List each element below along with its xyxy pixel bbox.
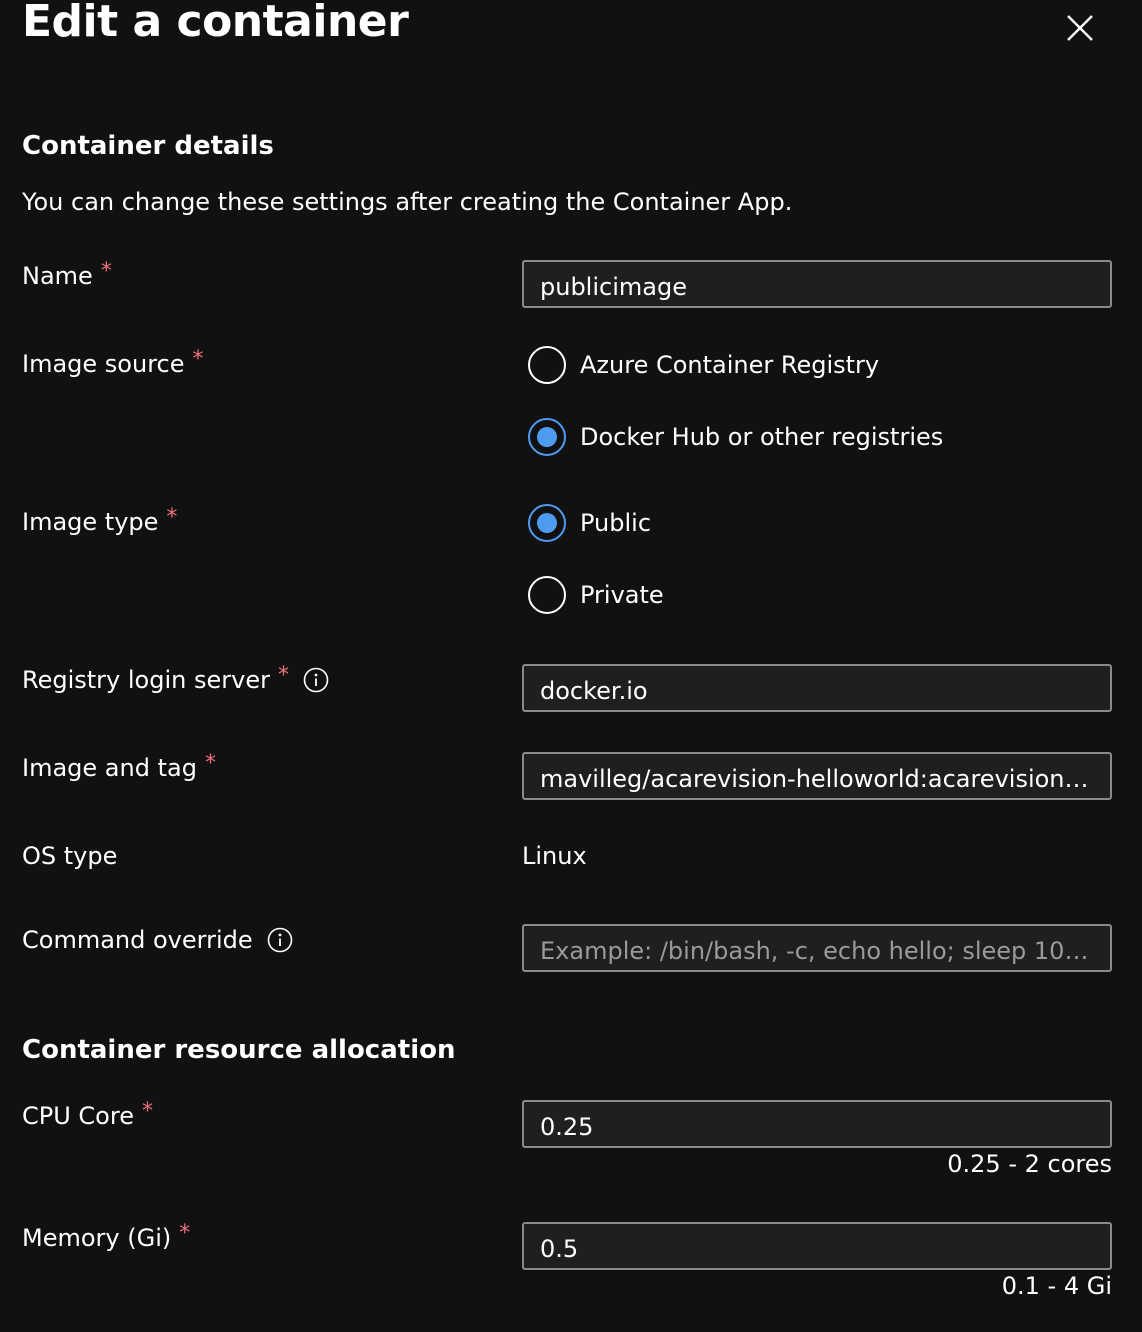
required-asterisk: * bbox=[166, 504, 178, 530]
command-override-input[interactable] bbox=[522, 924, 1112, 972]
panel-title: Edit a container bbox=[22, 0, 409, 47]
radio-azure-container-registry[interactable]: Azure Container Registry bbox=[528, 346, 879, 384]
container-details-description: You can change these settings after crea… bbox=[22, 188, 793, 216]
memory-label-text: Memory (Gi) bbox=[22, 1224, 172, 1252]
os-type-label: OS type bbox=[22, 842, 117, 870]
image-source-label: Image source * bbox=[22, 346, 204, 379]
required-asterisk: * bbox=[100, 258, 112, 284]
radio-dot bbox=[537, 427, 557, 447]
name-label: Name * bbox=[22, 258, 112, 291]
info-icon[interactable] bbox=[267, 927, 293, 953]
radio-unchecked-icon[interactable] bbox=[528, 346, 566, 384]
image-and-tag-label: Image and tag * bbox=[22, 750, 216, 783]
command-override-label-text: Command override bbox=[22, 926, 253, 954]
image-type-label-text: Image type bbox=[22, 508, 159, 536]
radio-dot bbox=[537, 513, 557, 533]
cpu-core-label: CPU Core * bbox=[22, 1098, 153, 1131]
radio-label: Docker Hub or other registries bbox=[580, 423, 944, 451]
resource-allocation-heading: Container resource allocation bbox=[22, 1035, 456, 1065]
os-type-label-text: OS type bbox=[22, 842, 118, 870]
image-and-tag-input[interactable] bbox=[522, 752, 1112, 800]
close-icon[interactable] bbox=[1062, 10, 1098, 46]
memory-input[interactable] bbox=[522, 1222, 1112, 1270]
radio-private[interactable]: Private bbox=[528, 576, 664, 614]
registry-login-server-input[interactable] bbox=[522, 664, 1112, 712]
cpu-core-hint: 0.25 - 2 cores bbox=[947, 1150, 1112, 1178]
radio-label: Public bbox=[580, 509, 652, 537]
radio-checked-icon[interactable] bbox=[528, 418, 566, 456]
cpu-core-label-text: CPU Core bbox=[22, 1102, 134, 1130]
radio-label: Azure Container Registry bbox=[580, 351, 880, 379]
command-override-label: Command override bbox=[22, 926, 293, 954]
cpu-core-input[interactable] bbox=[522, 1100, 1112, 1148]
image-source-label-text: Image source bbox=[22, 350, 185, 378]
image-type-label: Image type * bbox=[22, 504, 178, 537]
radio-docker-hub[interactable]: Docker Hub or other registries bbox=[528, 418, 943, 456]
radio-unchecked-icon[interactable] bbox=[528, 576, 566, 614]
memory-hint: 0.1 - 4 Gi bbox=[1001, 1272, 1112, 1300]
os-type-value: Linux bbox=[522, 842, 587, 870]
required-asterisk: * bbox=[204, 750, 216, 776]
container-details-heading: Container details bbox=[22, 131, 274, 161]
memory-label: Memory (Gi) * bbox=[22, 1220, 191, 1253]
required-asterisk: * bbox=[192, 346, 204, 372]
required-asterisk: * bbox=[179, 1220, 191, 1246]
radio-checked-icon[interactable] bbox=[528, 504, 566, 542]
info-icon[interactable] bbox=[303, 667, 329, 693]
registry-login-server-label: Registry login server * bbox=[22, 662, 329, 694]
registry-login-server-label-text: Registry login server bbox=[22, 666, 270, 694]
required-asterisk: * bbox=[277, 662, 289, 688]
radio-label: Private bbox=[580, 581, 664, 609]
image-and-tag-label-text: Image and tag bbox=[22, 754, 197, 782]
name-input[interactable] bbox=[522, 260, 1112, 308]
name-label-text: Name bbox=[22, 262, 93, 290]
radio-public[interactable]: Public bbox=[528, 504, 651, 542]
required-asterisk: * bbox=[141, 1098, 153, 1124]
